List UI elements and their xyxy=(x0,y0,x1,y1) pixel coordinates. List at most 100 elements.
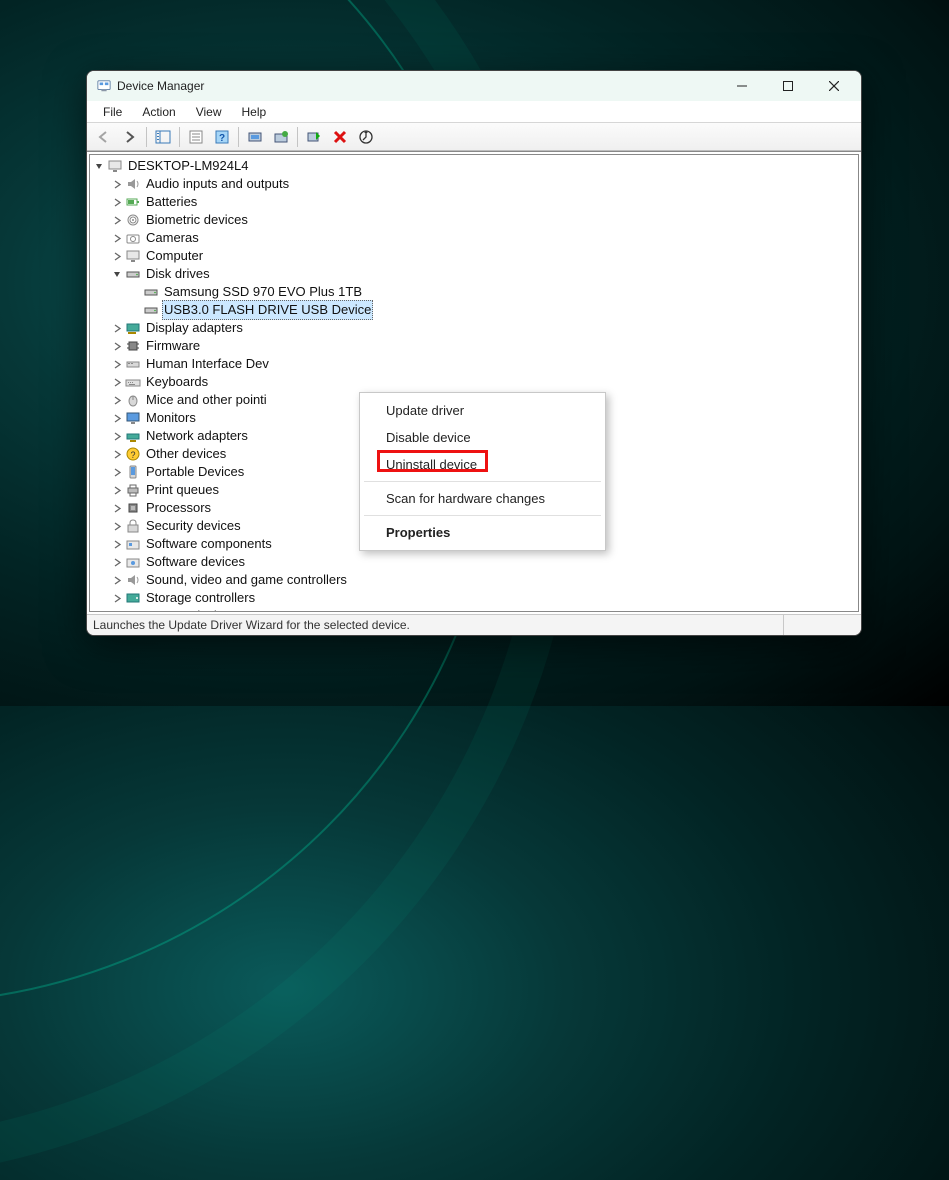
tree-category-swdev[interactable]: Software devices xyxy=(92,553,856,571)
tree-category-audio[interactable]: Audio inputs and outputs xyxy=(92,175,856,193)
context-menu-scan-hardware[interactable]: Scan for hardware changes xyxy=(362,485,603,512)
chevron-right-icon[interactable] xyxy=(110,519,124,533)
network-icon xyxy=(125,428,141,444)
chevron-right-icon[interactable] xyxy=(110,555,124,569)
chevron-right-icon[interactable] xyxy=(110,177,124,191)
tree-category-hid[interactable]: Human Interface Dev xyxy=(92,355,856,373)
chevron-right-icon[interactable] xyxy=(110,501,124,515)
mouse-icon xyxy=(125,392,141,408)
tree-item-usb-flash[interactable]: USB3.0 FLASH DRIVE USB Device xyxy=(92,301,856,319)
chevron-right-icon[interactable] xyxy=(110,213,124,227)
disk-icon xyxy=(125,266,141,282)
toolbar-help-button[interactable]: ? xyxy=(210,126,234,148)
tree-category-firmware[interactable]: Firmware xyxy=(92,337,856,355)
display-adapter-icon xyxy=(125,320,141,336)
keyboard-icon xyxy=(125,374,141,390)
tree-category-batteries[interactable]: Batteries xyxy=(92,193,856,211)
toolbar-forward-button[interactable] xyxy=(118,126,142,148)
disk-icon xyxy=(143,284,159,300)
hid-icon xyxy=(125,356,141,372)
chevron-right-icon[interactable] xyxy=(110,321,124,335)
menu-help[interactable]: Help xyxy=(232,101,277,122)
chevron-right-icon[interactable] xyxy=(110,465,124,479)
toolbar: ? xyxy=(87,123,861,151)
computer-icon xyxy=(107,158,123,174)
context-menu: Update driver Disable device Uninstall d… xyxy=(359,392,606,551)
camera-icon xyxy=(125,230,141,246)
cpu-icon xyxy=(125,500,141,516)
chevron-right-icon[interactable] xyxy=(110,537,124,551)
chevron-down-icon[interactable] xyxy=(92,159,106,173)
chevron-right-icon[interactable] xyxy=(110,411,124,425)
maximize-button[interactable] xyxy=(765,71,811,101)
toolbar-update-driver-button[interactable] xyxy=(269,126,293,148)
tree-category-computer[interactable]: Computer xyxy=(92,247,856,265)
tree-category-cameras[interactable]: Cameras xyxy=(92,229,856,247)
chevron-right-icon[interactable] xyxy=(110,591,124,605)
tree-category-biometric[interactable]: Biometric devices xyxy=(92,211,856,229)
toolbar-properties-button[interactable] xyxy=(184,126,208,148)
toolbar-scan-button[interactable] xyxy=(354,126,378,148)
chevron-right-icon[interactable] xyxy=(110,375,124,389)
app-icon xyxy=(97,79,111,93)
unknown-device-icon: ? xyxy=(125,446,141,462)
toolbar-scan-hardware-button[interactable] xyxy=(243,126,267,148)
chevron-right-icon[interactable] xyxy=(110,447,124,461)
context-menu-properties[interactable]: Properties xyxy=(362,519,603,546)
chevron-right-icon[interactable] xyxy=(110,249,124,263)
toolbar-uninstall-button[interactable] xyxy=(328,126,352,148)
tree-category-system[interactable]: System devices xyxy=(92,607,856,612)
chevron-down-icon[interactable] xyxy=(110,267,124,281)
chevron-right-icon[interactable] xyxy=(110,231,124,245)
security-device-icon xyxy=(125,518,141,534)
tree-category-keyboards[interactable]: Keyboards xyxy=(92,373,856,391)
window-title: Device Manager xyxy=(117,79,204,93)
software-device-icon xyxy=(125,554,141,570)
chevron-right-icon[interactable] xyxy=(110,339,124,353)
pc-icon xyxy=(125,248,141,264)
tree-category-disk-drives[interactable]: Disk drives xyxy=(92,265,856,283)
toolbar-enable-device-button[interactable] xyxy=(302,126,326,148)
tree-root-label: DESKTOP-LM924L4 xyxy=(126,157,250,175)
tree-root[interactable]: DESKTOP-LM924L4 xyxy=(92,157,856,175)
context-menu-separator xyxy=(364,515,601,516)
menu-view[interactable]: View xyxy=(186,101,232,122)
chevron-right-icon[interactable] xyxy=(110,483,124,497)
statusbar: Launches the Update Driver Wizard for th… xyxy=(87,614,861,635)
sound-icon xyxy=(125,572,141,588)
software-component-icon xyxy=(125,536,141,552)
chevron-right-icon[interactable] xyxy=(110,357,124,371)
disk-icon xyxy=(143,302,159,318)
close-button[interactable] xyxy=(811,71,857,101)
content-area: DESKTOP-LM924L4 Audio inputs and outputs… xyxy=(87,151,861,614)
chevron-right-icon[interactable] xyxy=(110,609,124,612)
menu-action[interactable]: Action xyxy=(132,101,185,122)
svg-text:?: ? xyxy=(219,133,225,144)
tree-category-sound[interactable]: Sound, video and game controllers xyxy=(92,571,856,589)
toolbar-back-button[interactable] xyxy=(92,126,116,148)
chevron-right-icon[interactable] xyxy=(110,393,124,407)
context-menu-uninstall-device[interactable]: Uninstall device xyxy=(362,451,603,478)
system-device-icon xyxy=(125,608,141,612)
tree-category-display[interactable]: Display adapters xyxy=(92,319,856,337)
printer-icon xyxy=(125,482,141,498)
storage-controller-icon xyxy=(125,590,141,606)
menu-file[interactable]: File xyxy=(93,101,132,122)
menubar: File Action View Help xyxy=(87,101,861,123)
chevron-right-icon[interactable] xyxy=(110,195,124,209)
chevron-right-icon[interactable] xyxy=(110,573,124,587)
tree-item-ssd[interactable]: Samsung SSD 970 EVO Plus 1TB xyxy=(92,283,856,301)
toolbar-show-hide-tree-button[interactable] xyxy=(151,126,175,148)
device-manager-window: Device Manager File Action View Help xyxy=(86,70,862,636)
monitor-icon xyxy=(125,410,141,426)
statusbar-text: Launches the Update Driver Wizard for th… xyxy=(87,618,783,632)
chevron-right-icon[interactable] xyxy=(110,429,124,443)
context-menu-disable-device[interactable]: Disable device xyxy=(362,424,603,451)
svg-text:?: ? xyxy=(130,450,135,460)
minimize-button[interactable] xyxy=(719,71,765,101)
titlebar[interactable]: Device Manager xyxy=(87,71,861,101)
fingerprint-icon xyxy=(125,212,141,228)
tree-category-storage[interactable]: Storage controllers xyxy=(92,589,856,607)
battery-icon xyxy=(125,194,141,210)
context-menu-update-driver[interactable]: Update driver xyxy=(362,397,603,424)
